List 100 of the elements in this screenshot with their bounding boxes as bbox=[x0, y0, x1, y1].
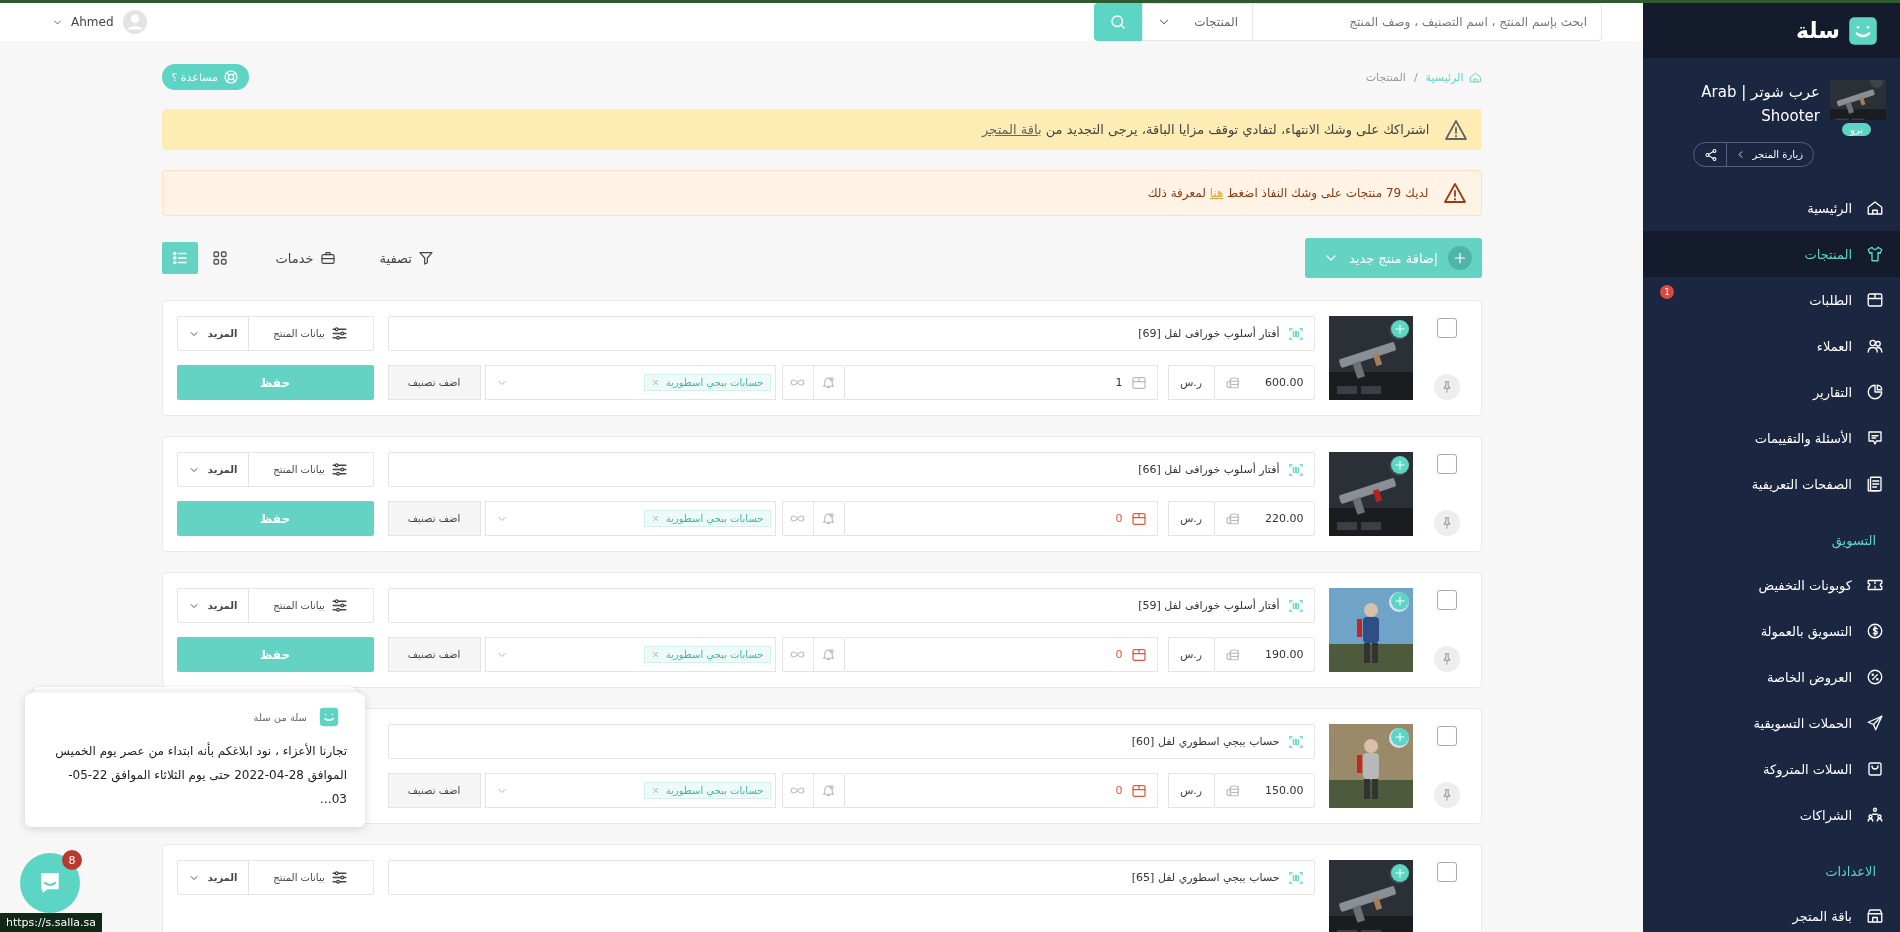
checkbox[interactable] bbox=[1436, 590, 1457, 610]
briefcase-icon bbox=[319, 250, 336, 266]
home-icon bbox=[1866, 199, 1884, 217]
chat-message: تجارنا الأعزاء ، نود ابلاغكم بأنه ابتداء من عصر يوم الخميس الموافق 28-04-2022 حتى يوم الثلاثاء الموافق 22-05-03… bbox=[54, 741, 347, 808]
add-category-button[interactable]: اضف تصنيف bbox=[387, 365, 481, 400]
product-data-button[interactable]: بيانات المنتج bbox=[247, 589, 373, 622]
home-icon bbox=[1468, 70, 1482, 84]
avatar-icon bbox=[121, 9, 148, 35]
user-menu[interactable]: Ahmed bbox=[46, 8, 154, 36]
share-icon[interactable] bbox=[1704, 147, 1719, 162]
unread-badge: 8 bbox=[62, 850, 82, 870]
unlimited-button[interactable] bbox=[781, 365, 813, 400]
more-dropdown[interactable]: المزيد bbox=[177, 453, 248, 486]
add-category-button[interactable]: اضف تصنيف bbox=[387, 637, 481, 672]
pin-button[interactable] bbox=[1433, 782, 1460, 808]
more-dropdown[interactable]: المزيد bbox=[177, 317, 248, 350]
checkbox[interactable] bbox=[1436, 726, 1457, 746]
stock-field[interactable]: 0 bbox=[843, 773, 1158, 808]
sidebar-item[interactable]: الرئيسية bbox=[1643, 185, 1900, 231]
visit-store-button[interactable]: زيارة المتجر bbox=[1726, 143, 1813, 166]
more-dropdown[interactable]: المزيد bbox=[177, 589, 248, 622]
alert-link[interactable]: باقة المتجر bbox=[982, 122, 1042, 137]
count-badge: 1 bbox=[1660, 285, 1674, 299]
close-icon[interactable] bbox=[650, 786, 660, 795]
sidebar-item[interactable]: الأسئلة والتقييمات bbox=[1643, 415, 1900, 461]
brand-name: سلة bbox=[1796, 18, 1840, 43]
sidebar-item[interactable]: الصفحات التعريفية bbox=[1643, 461, 1900, 507]
name-field[interactable]: أفتار أسلوب خورافى لفل [59] bbox=[387, 588, 1315, 623]
product-data-button[interactable]: بيانات المنتج bbox=[247, 317, 373, 350]
barcode-icon bbox=[1287, 461, 1304, 478]
sliders-icon bbox=[330, 325, 348, 342]
filter-button[interactable]: تصفية bbox=[373, 249, 440, 267]
plan-badge: برو bbox=[1842, 123, 1872, 136]
sidebar-item[interactable]: العملاء bbox=[1643, 323, 1900, 369]
add-category-button[interactable]: اضف تصنيف bbox=[387, 773, 481, 808]
store-name: عرب شوتر | Arab Shooter bbox=[1700, 82, 1820, 127]
name-field[interactable]: أفتار أسلوب خورافى لفل [69] bbox=[387, 316, 1315, 351]
filter-icon bbox=[417, 250, 434, 266]
sidebar-item[interactable]: الحملات التسويقية bbox=[1643, 700, 1900, 746]
scope-select[interactable]: المنتجات bbox=[1142, 3, 1252, 41]
unlimited-button[interactable] bbox=[781, 773, 813, 808]
lifebuoy-icon bbox=[223, 69, 239, 85]
bag-icon bbox=[1866, 760, 1884, 778]
grid-icon bbox=[210, 249, 229, 267]
product-data-button[interactable]: بيانات المنتج bbox=[247, 861, 373, 894]
price-field[interactable]: 220.00 bbox=[1213, 501, 1315, 536]
alert-text: اشتراكك على وشك الانتهاء، لتفادي توقف مزايا الباقة، يرجى التجديد من باقة المتجر bbox=[982, 122, 1430, 137]
box-icon bbox=[1130, 510, 1147, 527]
checkbox[interactable] bbox=[1436, 318, 1457, 338]
pin-button[interactable] bbox=[1433, 646, 1460, 672]
stock-field[interactable]: 0 bbox=[843, 501, 1158, 536]
name-field[interactable]: أفتار أسلوب خورافى لفل [66] bbox=[387, 452, 1315, 487]
name-field[interactable]: حساب ببجي اسطوري لفل [65] bbox=[387, 860, 1315, 895]
name-field[interactable]: حساب ببجي اسطوري لفل [60] bbox=[387, 724, 1315, 759]
sidebar-item[interactable]: التسويق بالعمولة bbox=[1643, 608, 1900, 654]
pin-button[interactable] bbox=[1433, 510, 1460, 536]
sidebar-item[interactable]: السلات المتروكة bbox=[1643, 746, 1900, 792]
product-data-button[interactable]: بيانات المنتج bbox=[247, 453, 373, 486]
services-button[interactable]: خدمات bbox=[269, 249, 342, 267]
checkbox[interactable] bbox=[1436, 862, 1457, 882]
notify-button[interactable] bbox=[812, 637, 844, 672]
box-icon bbox=[1866, 291, 1884, 309]
close-icon[interactable] bbox=[650, 650, 660, 659]
breadcrumb-current: المنتجات bbox=[1365, 70, 1406, 84]
section-heading: التسويق bbox=[1830, 532, 1877, 551]
checkbox[interactable] bbox=[1436, 454, 1457, 474]
chat-button[interactable] bbox=[20, 853, 80, 913]
stock-field[interactable]: 1 bbox=[843, 365, 1158, 400]
price-field[interactable]: 600.00 bbox=[1213, 365, 1315, 400]
unlimited-button[interactable] bbox=[781, 501, 813, 536]
notify-button[interactable] bbox=[812, 501, 844, 536]
sidebar-item[interactable]: التقارير bbox=[1643, 369, 1900, 415]
chat-icon bbox=[1866, 429, 1884, 447]
notify-button[interactable] bbox=[812, 365, 844, 400]
sidebar-item[interactable]: العروض الخاصة bbox=[1643, 654, 1900, 700]
close-icon[interactable] bbox=[650, 378, 660, 387]
sidebar-item[interactable]: باقة المتجر bbox=[1643, 893, 1900, 932]
box-icon bbox=[1130, 374, 1147, 391]
search-button[interactable] bbox=[1094, 3, 1142, 41]
pin-button[interactable] bbox=[1433, 374, 1460, 400]
sidebar-item[interactable]: المنتجات bbox=[1643, 231, 1900, 277]
close-icon[interactable] bbox=[650, 514, 660, 523]
unlimited-button[interactable] bbox=[781, 637, 813, 672]
plus-icon[interactable] bbox=[1392, 866, 1407, 880]
add-category-button[interactable]: اضف تصنيف bbox=[387, 501, 481, 536]
dollar-icon bbox=[1866, 622, 1884, 640]
search-field[interactable]: ابحث بإسم المنتج ، اسم التصنيف ، وصف المنتج bbox=[1252, 3, 1602, 41]
plus-icon[interactable] bbox=[1392, 322, 1407, 336]
more-dropdown[interactable]: المزيد bbox=[177, 861, 248, 894]
sidebar-item[interactable]: كوبونات التخفيض bbox=[1643, 562, 1900, 608]
coins-icon bbox=[1224, 782, 1241, 799]
sidebar-item[interactable]: الشراكات bbox=[1643, 792, 1900, 838]
notify-button[interactable] bbox=[812, 773, 844, 808]
price-field[interactable]: 190.00 bbox=[1213, 637, 1315, 672]
sliders-icon bbox=[330, 461, 348, 478]
price-field[interactable]: 150.00 bbox=[1213, 773, 1315, 808]
box-icon bbox=[1130, 646, 1147, 663]
plus-icon[interactable] bbox=[1392, 458, 1407, 472]
stock-field[interactable]: 0 bbox=[843, 637, 1158, 672]
warning-icon bbox=[1443, 117, 1468, 142]
